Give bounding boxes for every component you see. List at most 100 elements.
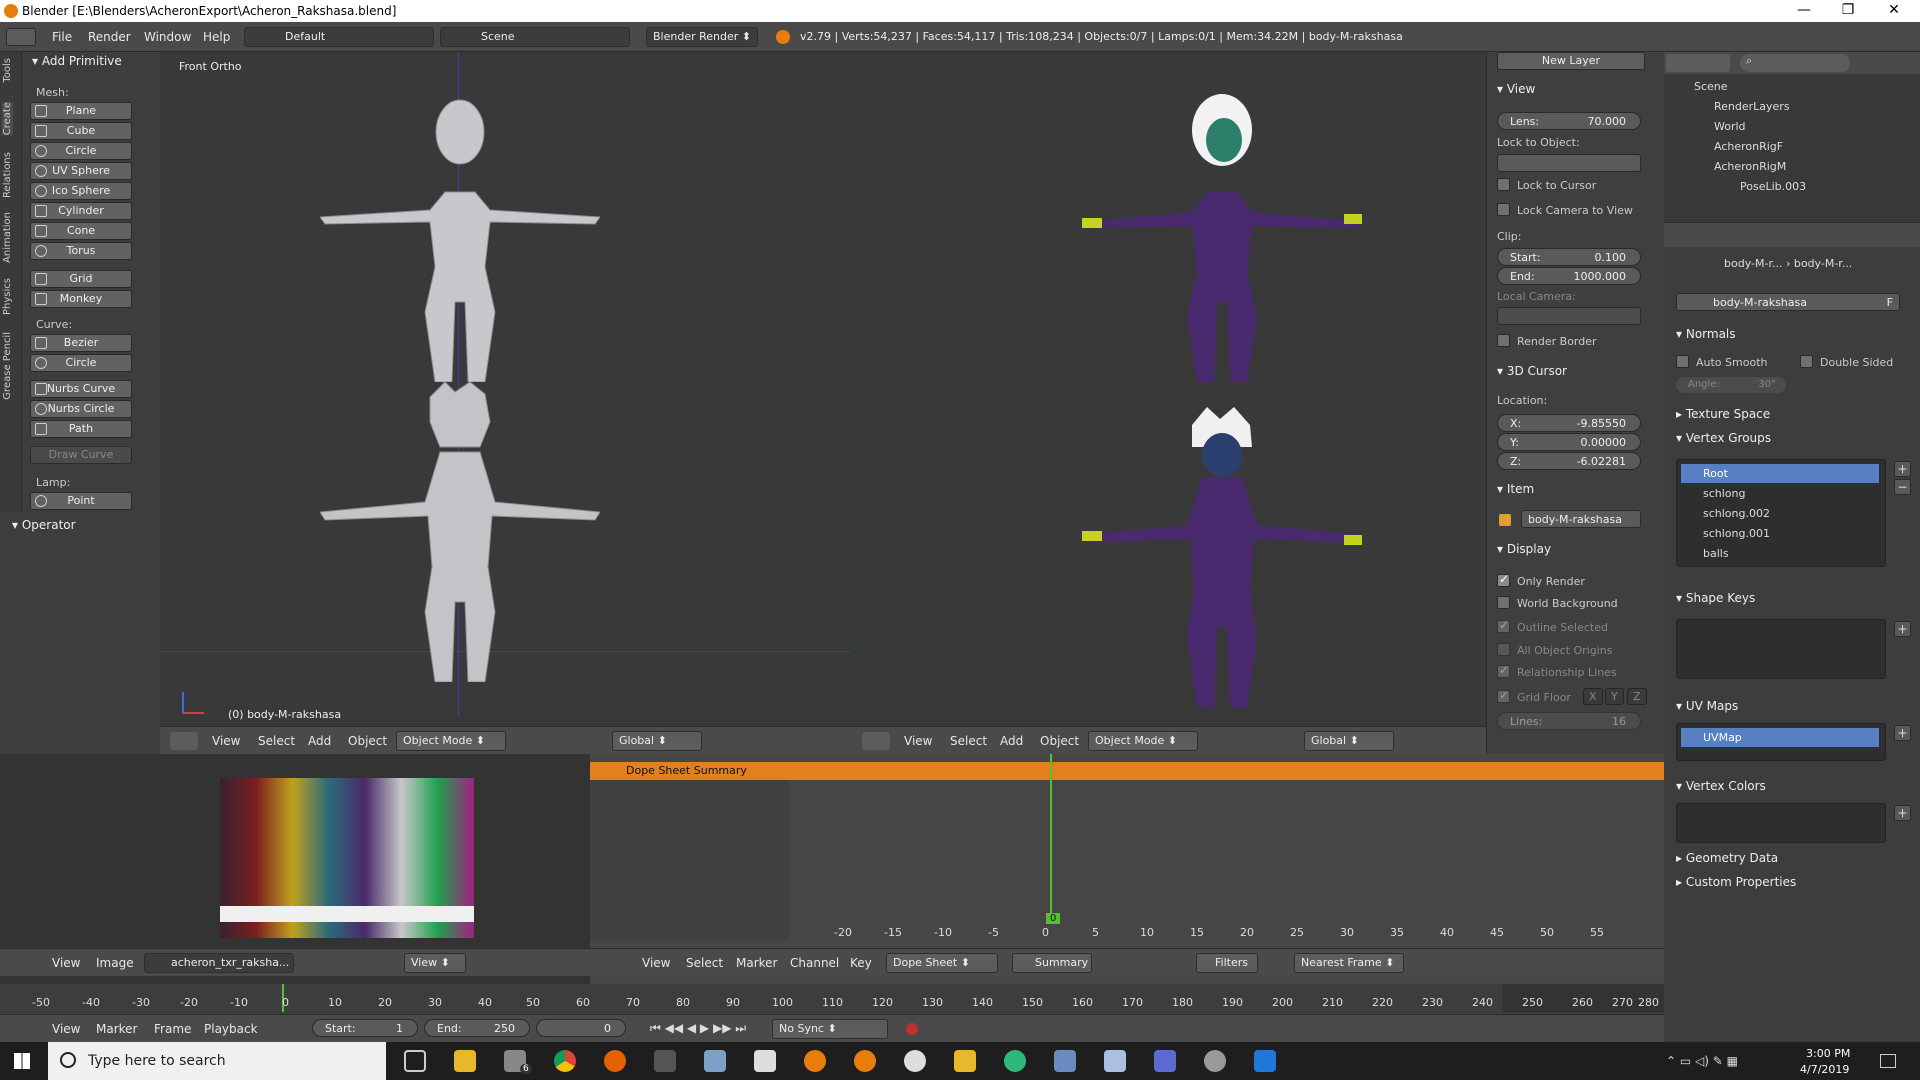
filters-button[interactable]: Filters — [1196, 953, 1258, 973]
timeline-menu-frame[interactable]: Frame — [154, 1022, 191, 1036]
tab-tools[interactable]: Tools — [2, 58, 13, 83]
blender-icon[interactable] — [804, 1050, 826, 1072]
outliner-item-poselib[interactable]: PoseLib.003 — [1740, 180, 1806, 193]
render-border-checkbox[interactable] — [1497, 334, 1510, 347]
menu-select[interactable]: Select — [258, 734, 295, 748]
grid-floor-checkbox[interactable] — [1497, 688, 1510, 703]
origins-checkbox[interactable] — [1497, 643, 1510, 656]
add-torus-button[interactable]: Torus — [30, 242, 132, 260]
lock-camera-checkbox[interactable] — [1497, 203, 1510, 216]
angle-field[interactable]: Angle: 30° — [1676, 377, 1786, 393]
tab-animation[interactable]: Animation — [2, 212, 13, 263]
clock-date[interactable]: 4/7/2019 — [1800, 1063, 1849, 1076]
notifications-icon[interactable] — [1880, 1054, 1896, 1068]
uv-menu-image[interactable]: Image — [96, 956, 134, 970]
dope-mode-select[interactable]: Dope Sheet ⬍ — [886, 953, 998, 973]
record-icon[interactable] — [906, 1023, 918, 1035]
add-cube-button[interactable]: Cube — [30, 122, 132, 140]
operator-header[interactable]: ▾ Operator — [12, 518, 76, 532]
display-mode-select[interactable] — [1666, 54, 1730, 72]
app-icon-2[interactable] — [704, 1050, 726, 1072]
cursor-y-field[interactable]: Y: 0.00000 — [1497, 433, 1641, 451]
double-sided-checkbox[interactable] — [1800, 355, 1813, 368]
menu-view[interactable]: View — [904, 734, 932, 748]
menu-select[interactable]: Select — [950, 734, 987, 748]
menu-view[interactable]: View — [212, 734, 240, 748]
app-icon-1[interactable] — [654, 1050, 676, 1072]
object-mode-select[interactable]: Object Mode ⬍ — [396, 731, 506, 751]
vertex-group-schlong[interactable]: schlong — [1681, 484, 1879, 503]
shape-keys-header[interactable]: ▾ Shape Keys — [1676, 591, 1755, 605]
add-path-button[interactable]: Path — [30, 420, 132, 438]
viewport-render[interactable]: View Select Add Object Object Mode ⬍ Glo… — [852, 52, 1486, 754]
add-vertex-color-button[interactable]: + — [1894, 805, 1911, 821]
sync-select[interactable]: No Sync ⬍ — [772, 1019, 888, 1039]
calculator-icon[interactable] — [754, 1050, 776, 1072]
viewport-front-ortho[interactable]: Front Ortho (0) body-M-rakshasa View Sel… — [160, 52, 852, 754]
menu-object[interactable]: Object — [1040, 734, 1079, 748]
local-camera-field[interactable] — [1497, 307, 1641, 325]
display-section-header[interactable]: ▾ Display — [1497, 542, 1551, 556]
new-layer-button[interactable]: New Layer — [1497, 52, 1645, 70]
vertex-color-list[interactable] — [1676, 803, 1886, 843]
current-frame-field[interactable]: 0 — [536, 1019, 626, 1037]
vertex-group-schlong001[interactable]: schlong.001 — [1681, 524, 1879, 543]
mesh-name-field[interactable]: body-M-rakshasa F — [1676, 293, 1900, 311]
add-nurbs-curve-button[interactable]: Nurbs Curve — [30, 380, 132, 398]
add-cylinder-button[interactable]: Cylinder — [30, 202, 132, 220]
menu-render[interactable]: Render — [88, 30, 131, 44]
add-ico-sphere-button[interactable]: Ico Sphere — [30, 182, 132, 200]
uv-maps-header[interactable]: ▾ UV Maps — [1676, 699, 1738, 713]
image-select[interactable]: acheron_txr_raksha... — [144, 953, 294, 973]
tab-physics[interactable]: Physics — [2, 278, 13, 315]
close-button[interactable]: ✕ — [1874, 2, 1914, 18]
add-cone-button[interactable]: Cone — [30, 222, 132, 240]
clip-end-field[interactable]: End: 1000.000 — [1497, 267, 1641, 285]
tab-grease-pencil[interactable]: Grease Pencil — [2, 332, 13, 400]
only-render-checkbox[interactable] — [1497, 572, 1510, 587]
tab-create[interactable]: Create — [2, 102, 13, 136]
geometry-data-header[interactable]: ▸ Geometry Data — [1676, 851, 1778, 865]
uv-view-select[interactable]: View ⬍ — [404, 953, 466, 973]
menu-object[interactable]: Object — [348, 734, 387, 748]
windows-start-icon[interactable] — [14, 1053, 30, 1069]
menu-window[interactable]: Window — [144, 30, 191, 44]
vertex-group-root[interactable]: Root — [1681, 464, 1879, 483]
axis-z-toggle[interactable]: Z — [1627, 688, 1647, 705]
app-icon-4[interactable] — [954, 1050, 976, 1072]
vertex-groups-header[interactable]: ▾ Vertex Groups — [1676, 431, 1771, 445]
lock-object-field[interactable] — [1497, 154, 1641, 172]
lens-field[interactable]: Lens: 70.000 — [1497, 112, 1641, 130]
add-nurbs-circle-button[interactable]: Nurbs Circle — [30, 400, 132, 418]
dope-sheet[interactable]: Dope Sheet Summary 0 -20 -15 -10 -5 0 5 … — [590, 754, 1664, 984]
dope-menu-view[interactable]: View — [642, 956, 670, 970]
vertex-colors-header[interactable]: ▾ Vertex Colors — [1676, 779, 1766, 793]
add-monkey-button[interactable]: Monkey — [30, 290, 132, 308]
object-mode-select[interactable]: Object Mode ⬍ — [1088, 731, 1198, 751]
add-uv-sphere-button[interactable]: UV Sphere — [30, 162, 132, 180]
auto-smooth-checkbox[interactable] — [1676, 355, 1689, 368]
app-icon-6[interactable] — [1054, 1050, 1076, 1072]
render-engine-select[interactable]: Blender Render ⬍ — [646, 27, 758, 47]
menu-add[interactable]: Add — [1000, 734, 1023, 748]
start-frame-field[interactable]: Start: 1 — [312, 1019, 418, 1037]
menu-file[interactable]: File — [52, 30, 72, 44]
file-explorer-icon[interactable] — [454, 1050, 476, 1072]
editor-type-icon[interactable] — [170, 732, 198, 750]
timeline[interactable]: -50 -40 -30 -20 -10 0 10 20 30 40 50 60 … — [0, 984, 1664, 1042]
timeline-menu-view[interactable]: View — [52, 1022, 80, 1036]
firefox-icon[interactable] — [604, 1050, 626, 1072]
vertex-group-list[interactable]: Root schlong schlong.002 schlong.001 bal… — [1676, 459, 1886, 567]
texture-space-header[interactable]: ▸ Texture Space — [1676, 407, 1770, 421]
scene-selector[interactable]: Scene — [440, 27, 630, 47]
cursor-z-field[interactable]: Z: -6.02281 — [1497, 452, 1641, 470]
add-vertex-group-button[interactable]: + — [1894, 461, 1911, 477]
shape-key-list[interactable] — [1676, 619, 1886, 679]
outliner-item-rigm[interactable]: AcheronRigM — [1714, 160, 1786, 173]
menu-help[interactable]: Help — [203, 30, 230, 44]
system-tray-icons[interactable]: ⌃ ▭ ◁) ✎ ▦ — [1666, 1054, 1738, 1068]
edge-icon[interactable] — [1254, 1050, 1276, 1072]
uv-menu-view[interactable]: View — [52, 956, 80, 970]
cursor-section-header[interactable]: ▾ 3D Cursor — [1497, 364, 1567, 378]
summary-toggle[interactable]: Summary — [1012, 953, 1092, 973]
